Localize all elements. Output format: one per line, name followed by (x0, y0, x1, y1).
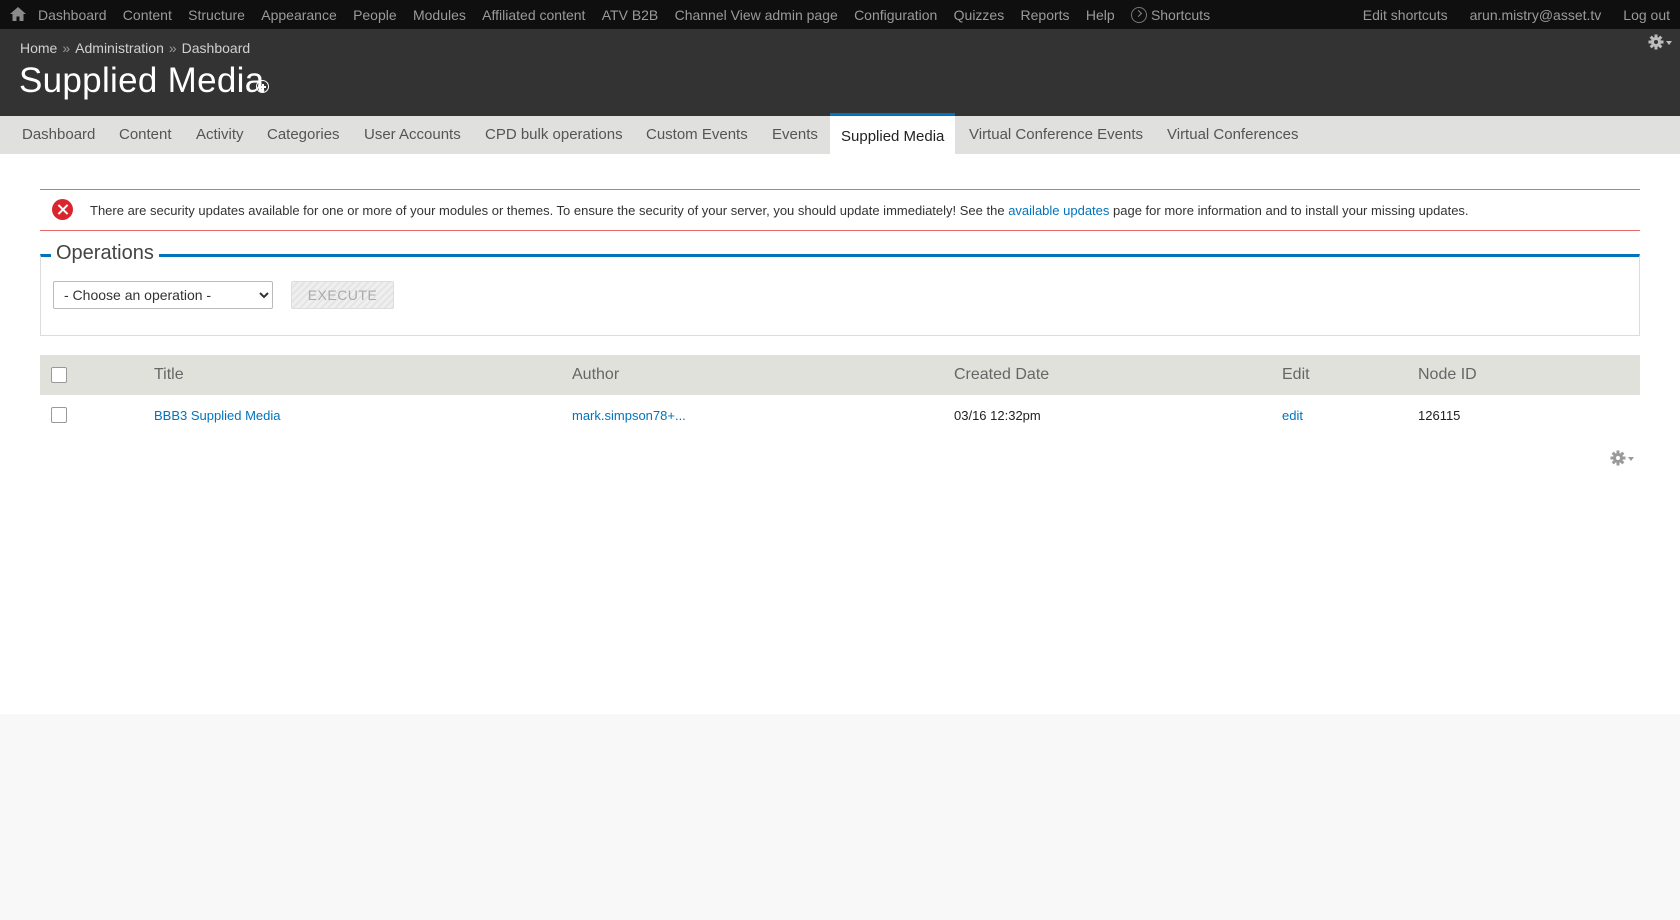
main-content: There are security updates available for… (0, 154, 1680, 714)
dashboard-tabs: Dashboard Content Activity Categories Us… (0, 113, 1680, 154)
alert-text-before: There are security updates available for… (90, 203, 1009, 218)
toolbar-item-help[interactable]: Help (1086, 7, 1115, 23)
row-node-id: 126115 (1418, 407, 1461, 423)
row-author-link[interactable]: mark.simpson78+... (572, 408, 686, 423)
row-select-cell (40, 395, 154, 435)
supplied-media-table: Title Author Created Date Edit Node ID B… (40, 355, 1640, 435)
table-row: BBB3 Supplied Media mark.simpson78+... 0… (40, 395, 1640, 435)
breadcrumb-separator: » (62, 40, 71, 56)
column-created-date[interactable]: Created Date (954, 355, 1282, 395)
page-title: Supplied Media (19, 61, 265, 100)
breadcrumb-separator: » (168, 40, 177, 56)
toolbar-item-dashboard[interactable]: Dashboard (38, 7, 107, 23)
row-checkbox[interactable] (51, 407, 67, 424)
user-account-link[interactable]: arun.mistry@asset.tv (1470, 7, 1602, 23)
toolbar-item-reports[interactable]: Reports (1021, 7, 1070, 23)
alert-text-after: page for more information and to install… (1109, 203, 1469, 218)
tab-content[interactable]: Content (108, 116, 183, 154)
page-footer-area (0, 714, 1680, 920)
table-header-row: Title Author Created Date Edit Node ID (40, 355, 1640, 395)
add-shortcut-icon[interactable] (256, 80, 269, 93)
operations-legend: Operations (51, 242, 159, 265)
toolbar-item-quizzes[interactable]: Quizzes (954, 7, 1005, 23)
toolbar-item-affiliated-content[interactable]: Affiliated content (482, 7, 585, 23)
column-title[interactable]: Title (154, 355, 572, 395)
toolbar-item-configuration[interactable]: Configuration (854, 7, 937, 23)
page-header: Home » Administration» Dashboard Supplied M… (0, 29, 1680, 116)
toolbar-item-content[interactable]: Content (123, 7, 172, 23)
toolbar-item-atv-b2b[interactable]: ATV B2B (602, 7, 659, 23)
operations-fieldset: Operations - Choose an operation - EXECU… (40, 242, 1640, 336)
home-icon[interactable] (9, 6, 27, 22)
security-alert: There are security updates available for… (40, 189, 1640, 231)
row-created-date: 03/16 12:32pm (954, 407, 1041, 423)
execute-button[interactable]: EXECUTE (291, 281, 394, 309)
views-gear-icon[interactable] (1610, 449, 1636, 467)
admin-toolbar: Dashboard Content Structure Appearance P… (0, 0, 1680, 30)
tab-virtual-conference-events[interactable]: Virtual Conference Events (958, 116, 1154, 154)
column-node-id[interactable]: Node ID (1418, 355, 1640, 395)
select-all-cell (40, 355, 154, 395)
shortcuts-toggle-icon (1130, 6, 1147, 23)
security-alert-message: There are security updates available for… (90, 203, 1469, 218)
toolbar-user-menu: Edit shortcuts arun.mistry@asset.tv Log … (1341, 0, 1670, 29)
tab-events[interactable]: Events (761, 116, 829, 154)
tab-dashboard[interactable]: Dashboard (11, 116, 106, 154)
toolbar-item-channel-view[interactable]: Channel View admin page (675, 7, 838, 23)
error-icon (52, 199, 73, 220)
breadcrumb-administration[interactable]: Administration (75, 40, 164, 56)
operation-select[interactable]: - Choose an operation - (53, 281, 273, 309)
column-edit: Edit (1282, 366, 1310, 383)
tab-custom-events[interactable]: Custom Events (635, 116, 759, 154)
gear-icon[interactable] (1648, 33, 1674, 51)
toolbar-item-people[interactable]: People (353, 7, 397, 23)
tab-categories[interactable]: Categories (256, 116, 351, 154)
select-all-checkbox[interactable] (51, 366, 67, 383)
toolbar-item-modules[interactable]: Modules (413, 7, 466, 23)
toolbar-item-structure[interactable]: Structure (188, 7, 245, 23)
toolbar-menu: Dashboard Content Structure Appearance P… (38, 0, 1226, 29)
edit-shortcuts-link[interactable]: Edit shortcuts (1363, 7, 1448, 23)
tab-user-accounts[interactable]: User Accounts (353, 116, 472, 154)
available-updates-link[interactable]: available updates (1008, 203, 1109, 218)
row-title-link[interactable]: BBB3 Supplied Media (154, 408, 280, 423)
row-title-cell: BBB3 Supplied Media (154, 395, 572, 435)
breadcrumb-home[interactable]: Home (20, 40, 57, 56)
tab-activity[interactable]: Activity (185, 116, 255, 154)
tab-virtual-conferences[interactable]: Virtual Conferences (1156, 116, 1309, 154)
row-edit-link[interactable]: edit (1282, 408, 1303, 423)
logout-link[interactable]: Log out (1623, 7, 1670, 23)
shortcuts-toggle[interactable]: Shortcuts (1130, 6, 1211, 23)
row-author-cell: mark.simpson78+... (572, 395, 954, 435)
column-author[interactable]: Author (572, 355, 954, 395)
toolbar-item-appearance[interactable]: Appearance (261, 7, 337, 23)
shortcuts-label: Shortcuts (1150, 6, 1211, 23)
row-edit-cell: edit (1282, 395, 1418, 435)
breadcrumb-dashboard[interactable]: Dashboard (182, 40, 251, 56)
breadcrumb: Home » Administration» Dashboard (20, 40, 250, 56)
tab-supplied-media[interactable]: Supplied Media (830, 113, 956, 154)
tab-cpd-bulk-operations[interactable]: CPD bulk operations (474, 116, 634, 154)
